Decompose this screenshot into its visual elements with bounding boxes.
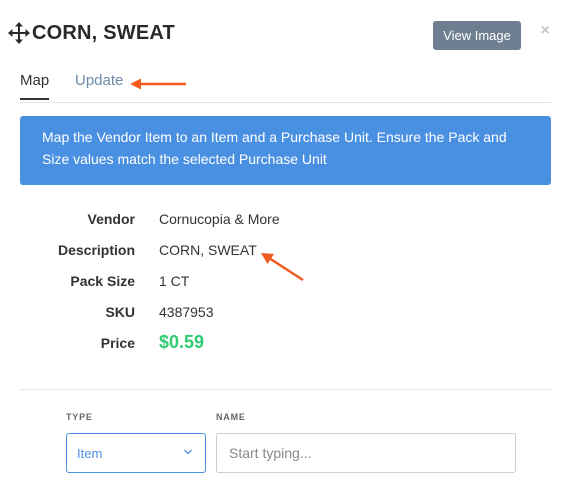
detail-row-vendor: Vendor Cornucopia & More xyxy=(0,211,575,235)
annotation-arrow-update xyxy=(130,78,186,90)
move-icon[interactable] xyxy=(8,22,30,44)
info-banner: Map the Vendor Item to an Item and a Pur… xyxy=(20,116,551,185)
detail-row-sku: SKU 4387953 xyxy=(0,304,575,328)
pack-size-value: 1 CT xyxy=(159,273,190,289)
price-value: $0.59 xyxy=(159,332,205,352)
vendor-value: Cornucopia & More xyxy=(159,211,280,227)
close-icon[interactable]: × xyxy=(538,22,552,40)
type-select-value: Item xyxy=(77,446,103,461)
sku-label: SKU xyxy=(105,304,135,320)
modal-title: CORN, SWEAT xyxy=(32,21,175,44)
vendor-label: Vendor xyxy=(87,211,135,227)
tab-update[interactable]: Update xyxy=(75,72,123,98)
divider xyxy=(20,389,551,390)
name-label: NAME xyxy=(216,412,246,422)
sku-value: 4387953 xyxy=(159,304,214,320)
name-input[interactable] xyxy=(216,433,516,473)
price-label: Price xyxy=(100,335,135,351)
annotation-arrow-description xyxy=(261,253,304,282)
description-label: Description xyxy=(57,242,135,258)
type-select[interactable]: Item xyxy=(66,433,206,473)
view-image-button[interactable]: View Image xyxy=(433,21,521,50)
modal-header: CORN, SWEAT xyxy=(8,18,175,48)
map-vendor-item-modal: CORN, SWEAT View Image × Map Update Map … xyxy=(0,0,575,500)
tab-bar: Map Update xyxy=(20,66,551,103)
description-value: CORN, SWEAT xyxy=(159,242,257,258)
type-label: TYPE xyxy=(66,412,93,422)
chevron-down-icon xyxy=(184,449,192,455)
tab-map[interactable]: Map xyxy=(20,72,50,100)
pack-size-label: Pack Size xyxy=(70,273,135,289)
detail-row-price: Price $0.59 xyxy=(0,332,575,359)
